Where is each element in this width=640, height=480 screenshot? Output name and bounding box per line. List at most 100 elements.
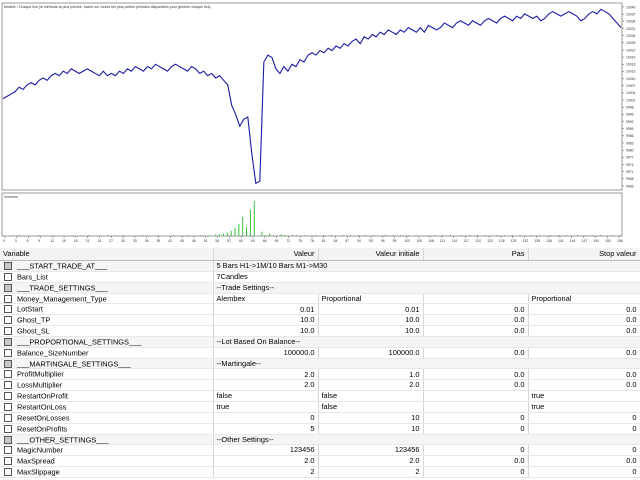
initial-value-cell[interactable]: 100000.0	[318, 347, 424, 359]
table-row[interactable]: ResetOnLosses 0 10 0 0	[0, 412, 640, 424]
value-cell[interactable]: --Martingale--	[213, 358, 640, 370]
initial-value-cell[interactable]: false	[318, 390, 424, 402]
step-cell[interactable]: 0.0	[423, 347, 529, 359]
initial-value-cell[interactable]: 2	[318, 466, 424, 478]
table-row[interactable]: ResetOnProfits 5 10 0 0	[0, 423, 640, 435]
table-row[interactable]: RestartOnProfit false false true	[0, 390, 640, 402]
section-row[interactable]: ___PROPORTIONAL_SETTINGS___ --Lot Based O…	[0, 336, 640, 348]
stop-value-cell[interactable]: 0.0	[528, 303, 640, 316]
optimize-checkbox[interactable]	[4, 392, 12, 401]
value-cell[interactable]: true	[213, 401, 319, 413]
optimize-checkbox[interactable]	[4, 424, 12, 433]
initial-value-cell[interactable]: 2.0	[318, 455, 424, 468]
value-cell[interactable]: 123456	[213, 444, 319, 457]
table-row[interactable]: Bars_List 7Candles	[0, 271, 640, 283]
step-cell[interactable]: 0	[423, 444, 529, 457]
optimize-checkbox[interactable]	[4, 435, 12, 444]
initial-value-cell[interactable]: 10.0	[318, 325, 424, 337]
optimize-checkbox[interactable]	[4, 370, 12, 379]
section-row[interactable]: ___OTHER_SETTINGS___ --Other Settings--	[0, 434, 640, 446]
value-cell[interactable]: 100000.0	[213, 347, 319, 359]
step-cell[interactable]: 0.0	[423, 314, 529, 327]
optimize-checkbox[interactable]	[4, 305, 12, 314]
optimize-checkbox[interactable]	[4, 262, 12, 271]
stop-value-cell[interactable]: true	[528, 390, 640, 402]
value-cell[interactable]: 2	[213, 466, 319, 478]
section-row[interactable]: ___START_TRADE_AT___ 5 Bars H1->1M/10 Bar…	[0, 260, 640, 272]
header-initial-value[interactable]: Valeur initiale	[318, 248, 424, 261]
table-row[interactable]: Balance_SizeNumber 100000.0 100000.0 0.0 0.0	[0, 347, 640, 359]
section-row[interactable]: ___MARTINGALE_SETTINGS___ --Martingale--	[0, 358, 640, 370]
header-value[interactable]: Valeur	[213, 248, 319, 261]
stop-value-cell[interactable]: 0.0	[528, 368, 640, 381]
value-cell[interactable]: --Lot Based On Balance--	[213, 336, 640, 348]
optimize-checkbox[interactable]	[4, 359, 12, 368]
header-stop-value[interactable]: Stop valeur	[528, 248, 640, 261]
value-cell[interactable]: --Other Settings--	[213, 434, 640, 446]
optimize-checkbox[interactable]	[4, 381, 12, 390]
initial-value-cell[interactable]: 0.01	[318, 303, 424, 316]
section-row[interactable]: ___TRADE_SETTINGS___ --Trade Settings--	[0, 282, 640, 294]
step-cell[interactable]	[423, 293, 529, 305]
initial-value-cell[interactable]: 10.0	[318, 314, 424, 327]
table-row[interactable]: Ghost_TP 10.0 10.0 0.0 0.0	[0, 314, 640, 327]
header-step[interactable]: Pas	[423, 248, 529, 261]
step-cell[interactable]: 0.0	[423, 368, 529, 381]
value-cell[interactable]: 0	[213, 412, 319, 424]
value-cell[interactable]: 2.0	[213, 455, 319, 468]
value-cell[interactable]: Alembex	[213, 293, 319, 305]
optimize-checkbox[interactable]	[4, 446, 12, 455]
optimize-checkbox[interactable]	[4, 468, 12, 477]
value-cell[interactable]: 10.0	[213, 325, 319, 337]
value-cell[interactable]: 7Candles	[213, 271, 640, 283]
step-cell[interactable]: 0.0	[423, 379, 529, 392]
step-cell[interactable]: 0	[423, 423, 529, 435]
stop-value-cell[interactable]: true	[528, 401, 640, 413]
initial-value-cell[interactable]: false	[318, 401, 424, 413]
value-cell[interactable]: 2.0	[213, 368, 319, 381]
initial-value-cell[interactable]: 10	[318, 423, 424, 435]
optimize-checkbox[interactable]	[4, 294, 12, 303]
optimize-checkbox[interactable]	[4, 348, 12, 357]
stop-value-cell[interactable]: Proportional	[528, 293, 640, 305]
table-row[interactable]: MaxSlippage 2 2 0 0	[0, 466, 640, 478]
optimize-checkbox[interactable]	[4, 283, 12, 292]
table-row[interactable]: LossMultiplier 2.0 2.0 0.0 0.0	[0, 379, 640, 392]
stop-value-cell[interactable]: 0	[528, 444, 640, 457]
step-cell[interactable]	[423, 401, 529, 413]
optimize-checkbox[interactable]	[4, 413, 12, 422]
table-row[interactable]: MagicNumber 123456 123456 0 0	[0, 444, 640, 457]
initial-value-cell[interactable]: 2.0	[318, 379, 424, 392]
value-cell[interactable]: 0.01	[213, 303, 319, 316]
optimize-checkbox[interactable]	[4, 272, 12, 281]
stop-value-cell[interactable]: 0	[528, 412, 640, 424]
step-cell[interactable]: 0.0	[423, 303, 529, 316]
value-cell[interactable]: 10.0	[213, 314, 319, 327]
optimize-checkbox[interactable]	[4, 337, 12, 346]
table-row[interactable]: Money_Management_Type Alembex Proportional…	[0, 293, 640, 305]
step-cell[interactable]	[423, 390, 529, 402]
stop-value-cell[interactable]: 0.0	[528, 347, 640, 359]
value-cell[interactable]: 5	[213, 423, 319, 435]
initial-value-cell[interactable]: 123456	[318, 444, 424, 457]
stop-value-cell[interactable]: 0.0	[528, 379, 640, 392]
table-row[interactable]: LotStart 0.01 0.01 0.0 0.0	[0, 303, 640, 316]
value-cell[interactable]: 5 Bars H1->1M/10 Bars M1->M30	[213, 260, 640, 272]
step-cell[interactable]: 0.0	[423, 325, 529, 337]
value-cell[interactable]: false	[213, 390, 319, 402]
optimize-checkbox[interactable]	[4, 316, 12, 325]
stop-value-cell[interactable]: 0.0	[528, 325, 640, 337]
table-row[interactable]: MaxSpread 2.0 2.0 0.0 0.0	[0, 455, 640, 468]
stop-value-cell[interactable]: 0	[528, 423, 640, 435]
header-variable[interactable]: Variable	[0, 248, 214, 261]
value-cell[interactable]: --Trade Settings--	[213, 282, 640, 294]
stop-value-cell[interactable]: 0	[528, 466, 640, 478]
initial-value-cell[interactable]: Proportional	[318, 293, 424, 305]
table-row[interactable]: Ghost_SL 10.0 10.0 0.0 0.0	[0, 325, 640, 337]
stop-value-cell[interactable]: 0.0	[528, 455, 640, 468]
step-cell[interactable]: 0	[423, 412, 529, 424]
table-row[interactable]: ProfitMultiplier 2.0 1.0 0.0 0.0	[0, 368, 640, 381]
step-cell[interactable]: 0	[423, 466, 529, 478]
step-cell[interactable]: 0.0	[423, 455, 529, 468]
optimize-checkbox[interactable]	[4, 327, 12, 336]
